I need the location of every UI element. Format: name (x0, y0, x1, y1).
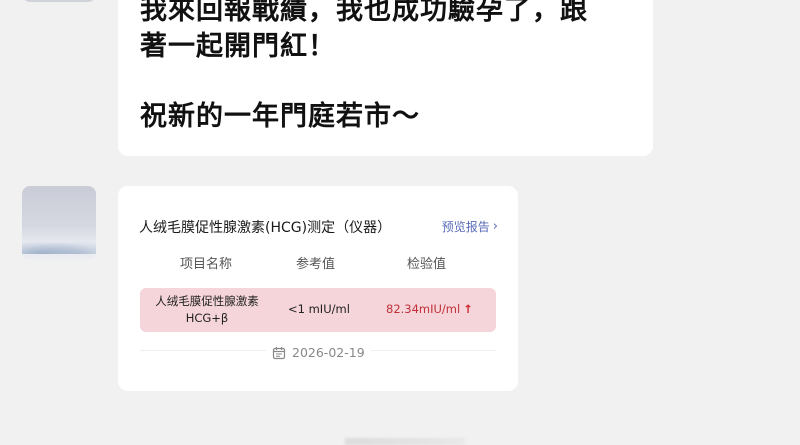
preview-report-link[interactable]: 预览报告 › (442, 218, 498, 235)
avatar-image (22, 240, 96, 254)
preview-report-label: 预览报告 (441, 220, 490, 234)
item-name-line-1: 人绒毛膜促性腺激素 (155, 294, 259, 308)
result-value-cell: 82.34mIU/ml ↑ (386, 302, 473, 316)
lab-report-card[interactable]: 人绒毛膜促性腺激素(HCG)测定（仪器） 预览报告 › 项目名称 参考值 检验值… (118, 186, 518, 391)
reference-value-cell: <1 mIU/ml (288, 302, 350, 316)
avatar[interactable] (22, 186, 96, 260)
report-date: 2026-02-19 (266, 345, 371, 360)
result-value: 82.34mIU/ml (386, 302, 461, 316)
table-row: 人绒毛膜促性腺激素 HCG+β <1 mIU/ml 82.34mIU/ml ↑ (140, 288, 496, 332)
chat-message-bubble[interactable]: 我來回報戰績，我也成功驗孕了，跟 著一起開門紅！ 祝新的一年門庭若市～ (118, 0, 653, 156)
arrow-up-icon: ↑ (463, 302, 473, 316)
item-name-cell: 人绒毛膜促性腺激素 HCG+β (140, 293, 274, 327)
calendar-icon (272, 346, 286, 359)
report-date-text: 2026-02-19 (292, 345, 365, 360)
avatar-previous[interactable] (22, 0, 96, 2)
timestamp-partial (345, 438, 465, 445)
chevron-right-icon: › (492, 219, 498, 234)
column-header-result: 检验值 (407, 257, 447, 272)
column-header-item-name: 项目名称 (180, 257, 233, 272)
message-text-line-2: 著一起開門紅！ (140, 31, 336, 62)
message-text-line-3: 祝新的一年門庭若市～ (140, 101, 420, 132)
column-header-reference: 参考值 (296, 257, 336, 272)
message-text-line-1: 我來回報戰績，我也成功驗孕了，跟 (140, 0, 588, 26)
item-name-line-2: HCG+β (185, 311, 229, 325)
report-title: 人绒毛膜促性腺激素(HCG)测定（仪器） (139, 220, 392, 236)
